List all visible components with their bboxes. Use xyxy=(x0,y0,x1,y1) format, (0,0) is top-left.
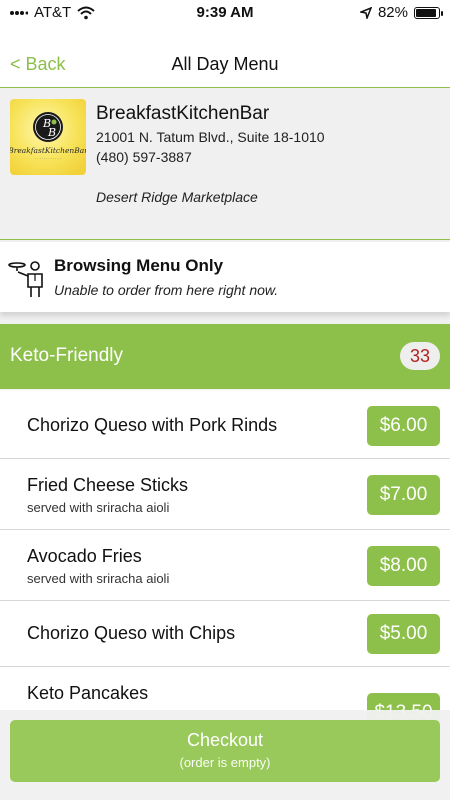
menu-item-price[interactable]: $7.00 xyxy=(367,475,440,515)
restaurant-marketplace: Desert Ridge Marketplace xyxy=(96,189,258,205)
category-header[interactable]: Keto-Friendly 33 xyxy=(0,324,450,389)
svg-text:BreakfastKitchenBar: BreakfastKitchenBar xyxy=(10,146,86,155)
category-name: Keto-Friendly xyxy=(10,345,123,366)
checkout-sublabel: (order is empty) xyxy=(179,755,271,770)
status-right: 82% xyxy=(359,4,443,21)
battery-percent: 82% xyxy=(377,4,408,21)
checkout-label: Checkout xyxy=(186,730,264,750)
page-title: All Day Menu xyxy=(171,54,279,74)
restaurant-phone[interactable]: (480) 597-3887 xyxy=(96,149,325,165)
restaurant-name: BreakfastKitchenBar xyxy=(96,103,270,124)
svg-text:B: B xyxy=(47,126,56,139)
menu-item-name: Fried Cheese Sticks xyxy=(27,475,189,495)
browsing-notice: Browsing Menu Only Unable to order from … xyxy=(0,242,450,312)
svg-text:· · · · · · · · · · · ·: · · · · · · · · · · · · xyxy=(35,157,61,161)
restaurant-address: 21001 N. Tatum Blvd., Suite 18-1010 xyxy=(96,129,325,145)
menu-item[interactable]: Chorizo Queso with Chips $5.00 xyxy=(0,601,450,667)
menu-item-price[interactable]: $8.00 xyxy=(367,546,440,586)
menu-item-price[interactable]: $5.00 xyxy=(367,614,440,654)
status-bar: AT&T 9:39 AM 82% xyxy=(0,0,450,26)
checkout-bar: Checkout (order is empty) xyxy=(0,710,450,800)
menu-item[interactable]: Chorizo Queso with Pork Rinds $6.00 xyxy=(0,390,450,459)
menu-item-description: served with sriracha aioli xyxy=(27,571,170,586)
checkout-button[interactable]: Checkout (order is empty) xyxy=(10,720,440,782)
waiter-icon xyxy=(8,261,43,297)
restaurant-logo: B B BreakfastKitchenBar · · · · · · · · … xyxy=(10,99,86,175)
menu-item-name: Chorizo Queso with Pork Rinds xyxy=(27,415,278,435)
notice-subtitle: Unable to order from here right now. xyxy=(54,282,279,298)
notice-title: Browsing Menu Only xyxy=(54,256,224,275)
menu-item-description: served with sriracha aioli xyxy=(27,500,170,515)
menu-item-name: Keto Pancakes xyxy=(27,683,149,703)
category-count-badge: 33 xyxy=(400,342,440,370)
menu-item[interactable]: Avocado Fries served with sriracha aioli… xyxy=(0,530,450,601)
menu-item[interactable]: Fried Cheese Sticks served with sriracha… xyxy=(0,459,450,530)
menu-item-price[interactable]: $6.00 xyxy=(367,406,440,446)
nav-bar: < Back All Day Menu xyxy=(0,26,450,88)
restaurant-header: B B BreakfastKitchenBar · · · · · · · · … xyxy=(0,89,450,240)
menu-item-name: Chorizo Queso with Chips xyxy=(27,623,236,643)
restaurant-info: BreakfastKitchenBar 21001 N. Tatum Blvd.… xyxy=(96,103,325,205)
location-arrow-icon xyxy=(359,6,372,19)
battery-icon xyxy=(414,6,443,19)
menu-item-name: Avocado Fries xyxy=(27,546,142,566)
